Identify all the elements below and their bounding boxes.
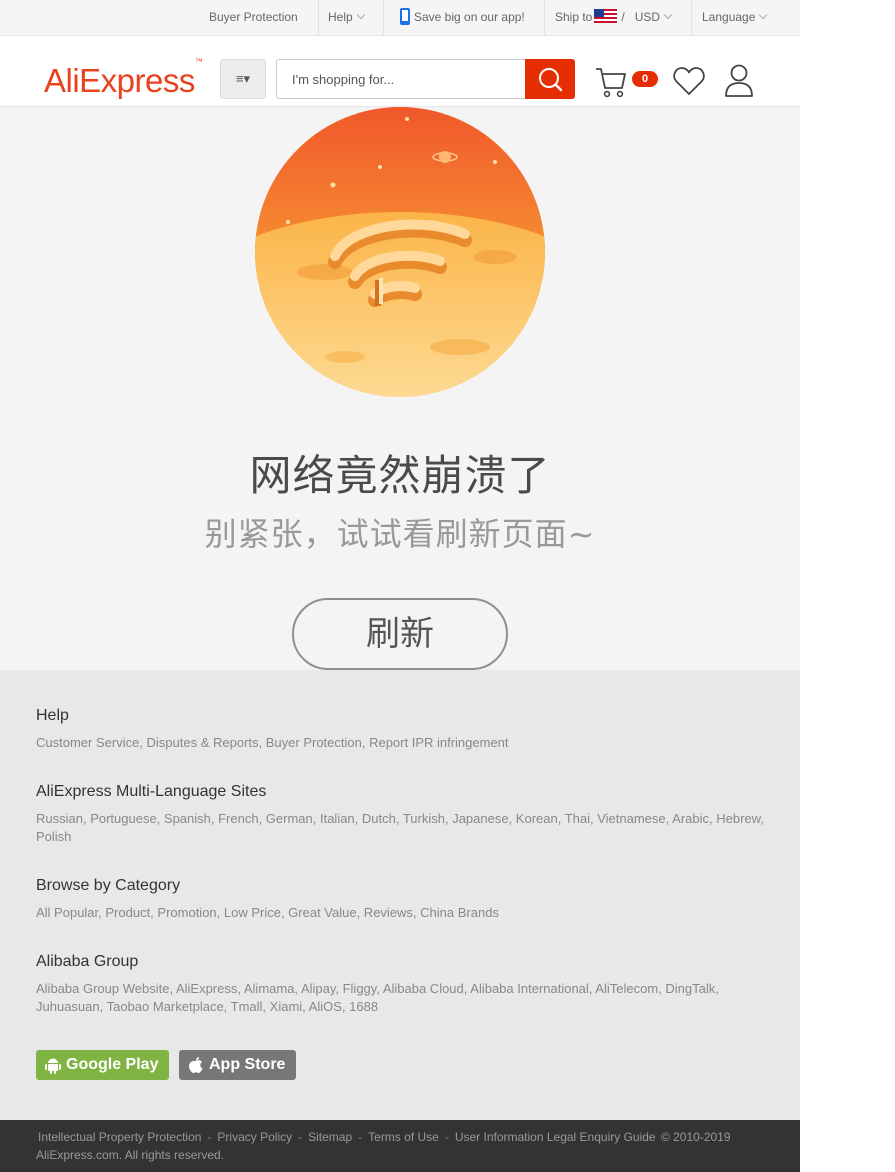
footer-section-links[interactable]: All Popular, Product, Promotion, Low Pri… — [36, 904, 766, 922]
refresh-button[interactable]: 刷新 — [292, 598, 508, 670]
footer-section-title: AliExpress Multi-Language Sites — [36, 783, 267, 800]
page: Buyer Protection Help Save big on our ap… — [0, 0, 800, 1172]
search-button[interactable] — [525, 59, 575, 99]
footer-section-title: Browse by Category — [36, 877, 181, 894]
chevron-down-icon — [356, 10, 365, 20]
error-title: 网络竟然崩溃了 — [249, 451, 551, 500]
chevron-down-icon — [663, 10, 673, 20]
currency-label: USD — [634, 10, 661, 24]
help-menu[interactable]: Help — [328, 0, 365, 35]
ship-to-label: Ship to — [555, 10, 593, 24]
ship-to-separator: / — [621, 10, 625, 24]
top-bar: Buyer Protection Help Save big on our ap… — [0, 0, 800, 36]
phone-icon — [400, 8, 410, 25]
app-promo-link[interactable]: Save big on our app! — [400, 0, 525, 35]
footer-section-title: Help — [36, 707, 69, 724]
apple-icon — [189, 1057, 203, 1073]
language-label: Language — [702, 10, 756, 24]
buyer-protection-label: Buyer Protection — [209, 10, 298, 24]
google-play-button[interactable]: Google Play — [36, 1050, 169, 1080]
legal-separator: - — [298, 1130, 303, 1144]
footer-section-links[interactable]: Customer Service, Disputes & Reports, Bu… — [36, 734, 766, 752]
chevron-down-icon — [759, 10, 768, 20]
cart-count-badge: 0 — [632, 71, 658, 87]
footer-section-alibaba-group: Alibaba Group Alibaba Group Website, Ali… — [36, 952, 766, 1016]
category-menu-button[interactable]: ≡▾ — [220, 59, 266, 99]
footer-section-browse-category: Browse by Category All Popular, Product,… — [36, 876, 766, 922]
copyright-text: AliExpress.com. All rights reserved. — [36, 1148, 225, 1162]
logo-trademark: ™ — [194, 57, 203, 66]
legal-separator: - — [444, 1130, 449, 1144]
search-input[interactable] — [276, 59, 526, 99]
app-store-label: App Store — [209, 1056, 286, 1073]
heart-icon[interactable] — [672, 64, 706, 98]
topbar-divider — [544, 0, 545, 35]
app-store-button[interactable]: App Store — [179, 1050, 296, 1080]
ipr-link[interactable]: Intellectual Property Protection — [36, 1130, 203, 1144]
topbar-divider — [318, 0, 319, 35]
legal-separator: - — [207, 1130, 212, 1144]
language-menu[interactable]: Language — [702, 0, 768, 35]
header: AliExpress™ ≡▾ 0 — [0, 36, 800, 107]
footer-section-multi-language: AliExpress Multi-Language Sites Russian,… — [36, 782, 766, 846]
error-subtitle: 别紧张，试试看刷新页面~ — [204, 515, 596, 553]
terms-of-use-link[interactable]: Terms of Use — [366, 1130, 441, 1144]
app-promo-label: Save big on our app! — [414, 10, 525, 24]
sitemap-link[interactable]: Sitemap — [306, 1130, 354, 1144]
network-error-panel: 网络竟然崩溃了 别紧张，试试看刷新页面~ 刷新 — [0, 107, 800, 670]
topbar-divider — [691, 0, 692, 35]
legal-separator: - — [358, 1130, 363, 1144]
menu-icon: ≡▾ — [235, 71, 251, 86]
footer-section-links[interactable]: Alibaba Group Website, AliExpress, Alima… — [36, 980, 766, 1016]
footer-section-title: Alibaba Group — [36, 953, 139, 970]
privacy-policy-link[interactable]: Privacy Policy — [215, 1130, 294, 1144]
buyer-protection-link[interactable]: Buyer Protection — [209, 0, 298, 35]
user-icon[interactable] — [723, 62, 755, 98]
copyright-years: © 2010-2019 — [660, 1130, 731, 1144]
ship-to-menu[interactable]: Ship to / USD — [555, 0, 673, 35]
aliexpress-logo[interactable]: AliExpress™ — [44, 57, 203, 101]
us-flag-icon — [594, 9, 618, 23]
footer-section-links[interactable]: Russian, Portuguese, Spanish, French, Ge… — [36, 810, 766, 846]
help-label: Help — [328, 10, 353, 24]
footer-section-help: Help Customer Service, Disputes & Report… — [36, 706, 766, 752]
legal-enquiry-link[interactable]: User Information Legal Enquiry Guide — [453, 1130, 658, 1144]
logo-text: AliExpress — [44, 62, 195, 99]
search-icon — [539, 68, 563, 92]
network-error-illustration — [255, 107, 545, 397]
footer: Help Customer Service, Disputes & Report… — [0, 670, 800, 1120]
topbar-divider — [383, 0, 384, 35]
cart-icon[interactable] — [594, 64, 628, 100]
google-play-label: Google Play — [66, 1056, 159, 1073]
legal-bar: Intellectual Property Protection - Privacy… — [0, 1120, 800, 1172]
android-icon — [45, 1058, 61, 1074]
